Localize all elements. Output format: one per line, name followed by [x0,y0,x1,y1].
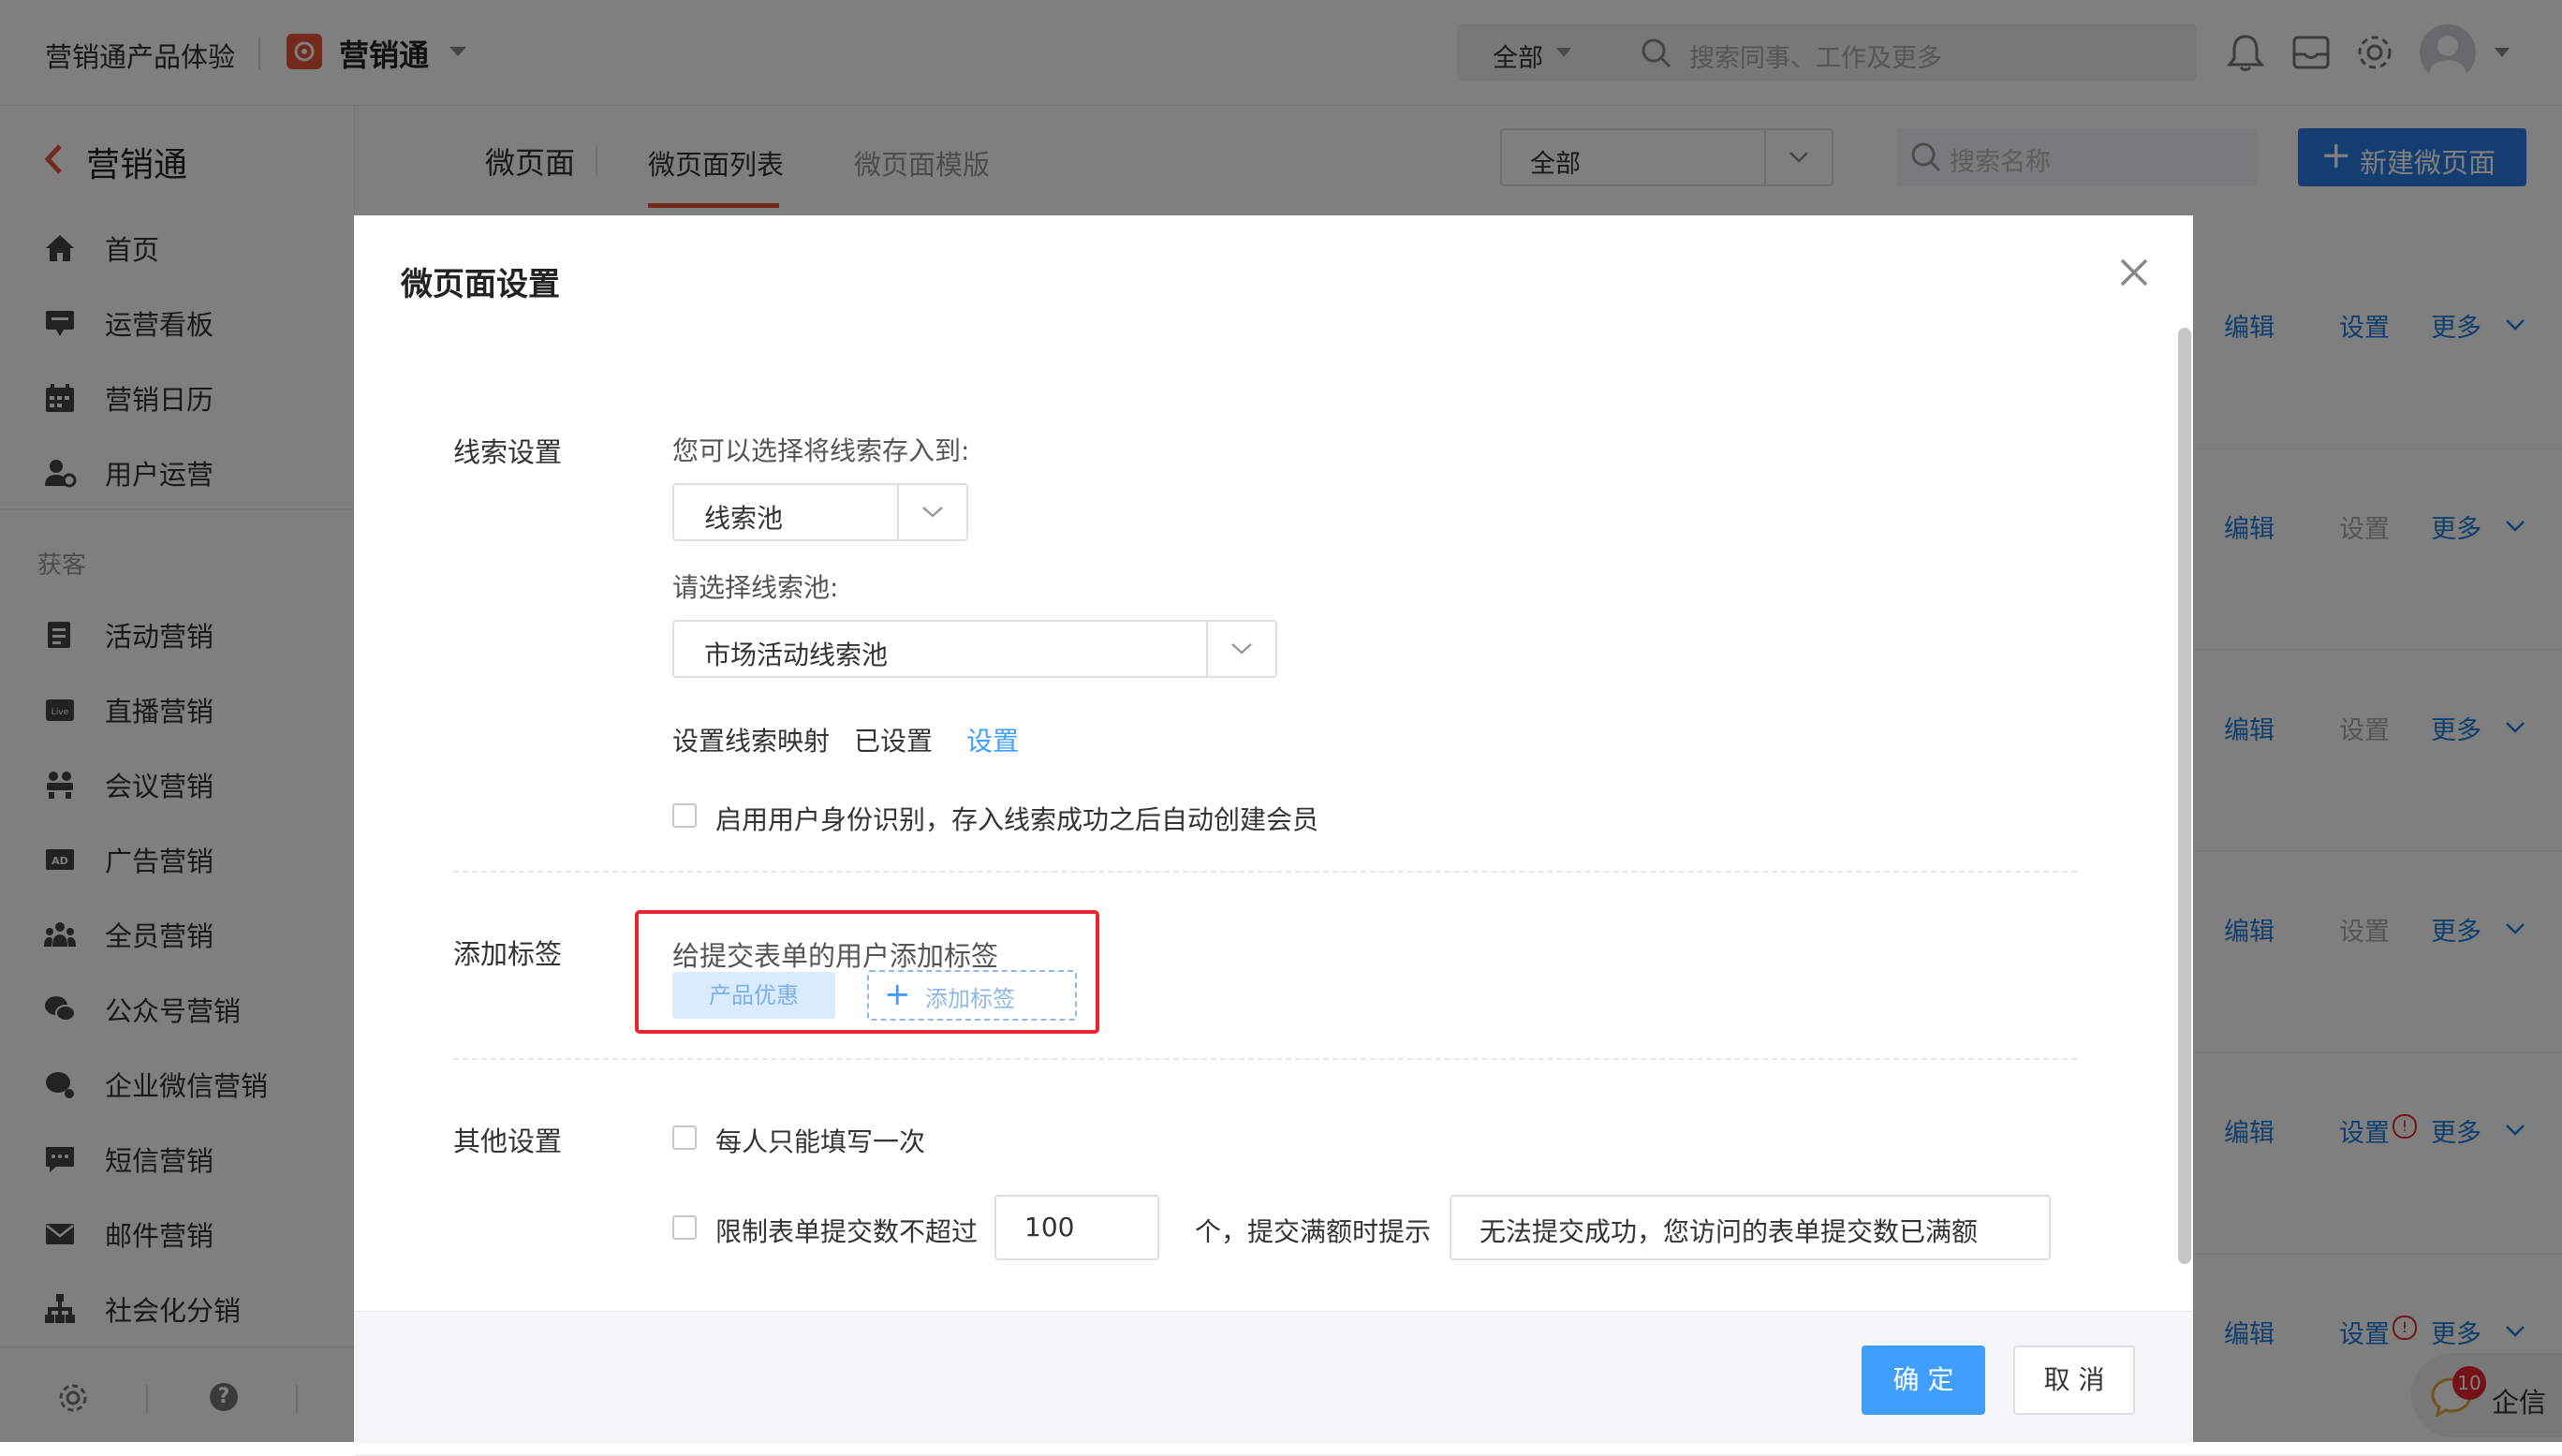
store-select[interactable]: 线索池 [672,483,968,541]
store-prompt: 您可以选择将线索存入到: [672,435,970,466]
limit-count-input[interactable]: 100 [994,1195,1159,1260]
section-divider [453,1058,2077,1060]
pool-prompt: 请选择线索池: [672,572,839,603]
limit-suffix: 个，提交满额时提示 [1195,1216,1432,1247]
section-divider [453,871,2077,873]
limit-checkbox[interactable] [672,1215,697,1240]
chevron-down-icon [922,507,943,518]
tag-chip[interactable]: 产品优惠 [672,972,835,1019]
once-checkbox-label: 每人只能填写一次 [715,1126,926,1157]
select-arrow [897,485,966,539]
settings-modal: 微页面设置 线索设置 您可以选择将线索存入到: 线索池 请选择线索池: 市场活动… [354,215,2193,1443]
mapping-label: 设置线索映射 [672,726,831,757]
mapping-settings-link[interactable]: 设置 [966,721,1019,758]
limit-checkbox-label: 限制表单提交数不超过 [715,1216,979,1247]
add-tag-button[interactable]: + 添加标签 [867,970,1077,1021]
cancel-button[interactable]: 取 消 [2013,1346,2135,1415]
other-settings-label: 其他设置 [453,1125,563,1157]
chevron-down-icon [1231,643,1252,654]
store-select-value: 线索池 [704,503,784,534]
pool-select[interactable]: 市场活动线索池 [672,620,1277,678]
modal-title: 微页面设置 [401,266,560,303]
modal-footer: 确 定 取 消 [354,1311,2193,1443]
close-icon[interactable] [2118,257,2150,288]
select-arrow [1206,622,1275,676]
scrollbar-thumb[interactable] [2178,328,2191,1264]
once-checkbox[interactable] [672,1125,697,1150]
confirm-button[interactable]: 确 定 [1862,1346,1985,1415]
add-tag-label: 添加标签 [925,986,1015,1012]
pool-select-value: 市场活动线索池 [704,640,889,670]
limit-message-input[interactable]: 无法提交成功，您访问的表单提交数已满额 [1450,1195,2051,1260]
identity-checkbox[interactable] [672,803,697,828]
tags-prompt: 给提交表单的用户添加标签 [672,940,999,972]
identity-checkbox-label: 启用用户身份识别，存入线索成功之后自动创建会员 [715,804,1319,835]
mapping-status: 已设置 [854,726,934,757]
tags-label: 添加标签 [453,938,563,970]
clue-settings-label: 线索设置 [453,436,563,468]
plus-icon: + [884,976,911,1013]
